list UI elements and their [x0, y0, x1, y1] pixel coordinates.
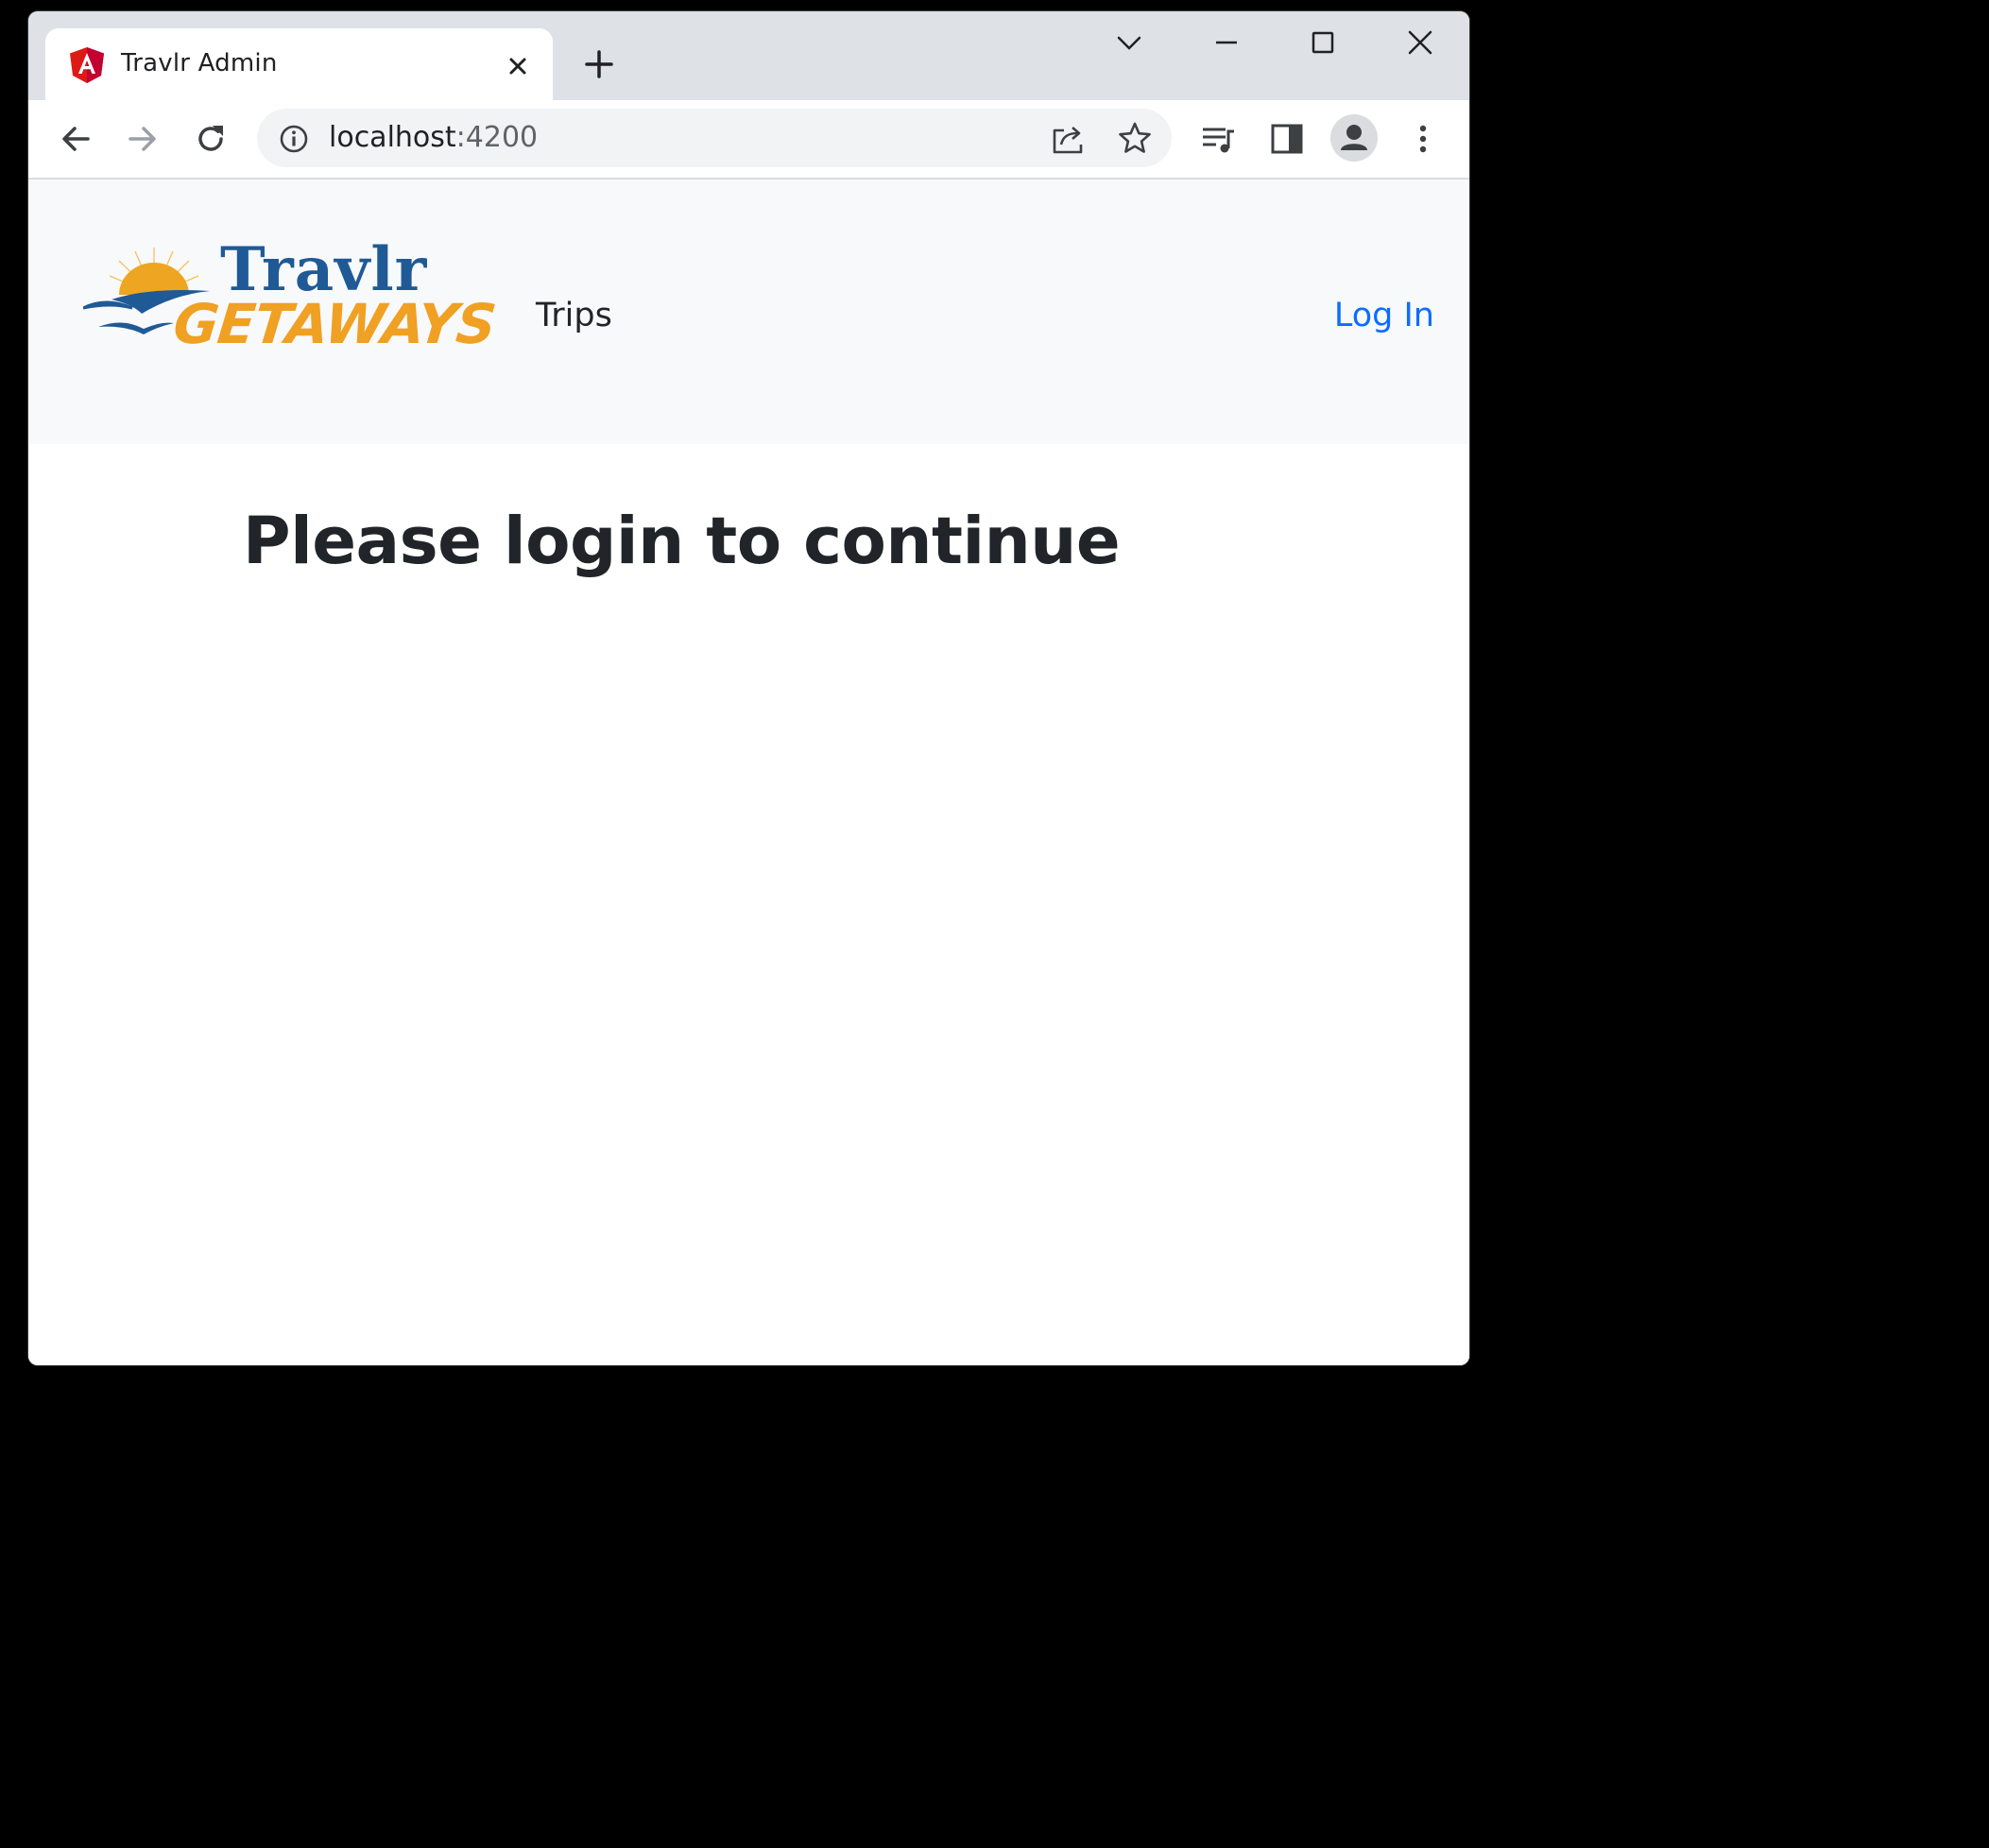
close-icon[interactable]	[503, 51, 533, 81]
kebab-menu-icon[interactable]	[1404, 120, 1442, 158]
person-icon	[1341, 125, 1367, 150]
maximize-icon[interactable]	[1304, 26, 1342, 60]
browser-tab[interactable]: Travlr Admin	[45, 28, 553, 104]
share-icon[interactable]	[1049, 122, 1087, 156]
arrow-right-icon[interactable]	[124, 120, 162, 158]
travlr-getaways-logo[interactable]: Travlr GETAWAYS	[83, 236, 498, 370]
tab-title: Travlr Admin	[121, 49, 278, 77]
url-host: localhost	[329, 121, 456, 154]
address-bar[interactable]: localhost:4200	[257, 109, 1172, 167]
media-control-icon[interactable]	[1200, 120, 1238, 158]
star-icon[interactable]	[1117, 120, 1153, 156]
side-panel-icon[interactable]	[1268, 120, 1306, 158]
browser-toolbar: localhost:4200	[28, 100, 1469, 180]
tab-strip: Travlr Admin	[28, 11, 1469, 104]
url-text[interactable]: localhost:4200	[329, 121, 538, 154]
browser-window: Travlr Admin localhost:4200 Travlr GETAW…	[28, 11, 1469, 1365]
info-icon[interactable]	[278, 123, 310, 155]
nav-link-trips[interactable]: Trips	[536, 297, 612, 334]
new-tab-plus-icon[interactable]	[582, 47, 616, 81]
tab-search-chevron-down-icon[interactable]	[1110, 26, 1148, 60]
reload-icon[interactable]	[192, 120, 230, 158]
url-port: :4200	[455, 121, 539, 154]
profile-avatar-icon[interactable]	[1330, 114, 1378, 162]
site-navbar: Travlr GETAWAYS Trips Log In	[28, 180, 1469, 444]
window-close-icon[interactable]	[1401, 26, 1439, 60]
page-heading: Please login to continue	[243, 504, 1121, 579]
arrow-left-icon[interactable]	[57, 120, 94, 158]
logo-wordmark-getaways: GETAWAYS	[170, 292, 499, 356]
minimize-icon[interactable]	[1208, 26, 1245, 60]
angular-icon	[70, 47, 104, 83]
web-page: Travlr GETAWAYS Trips Log In Please logi…	[28, 180, 1469, 1365]
nav-link-login[interactable]: Log In	[1334, 297, 1434, 334]
